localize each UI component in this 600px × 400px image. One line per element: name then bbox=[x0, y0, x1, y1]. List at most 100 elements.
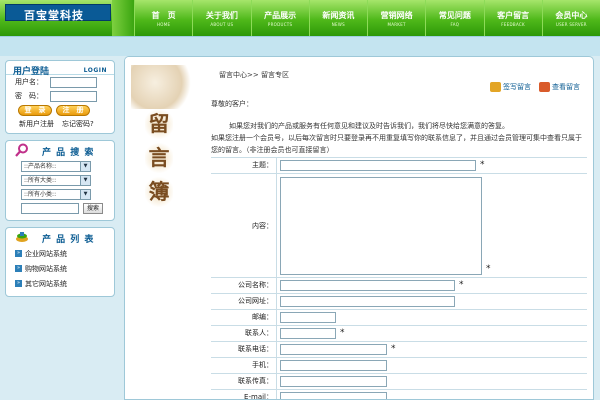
arrow-right-icon: » bbox=[15, 280, 22, 287]
nav-faq[interactable]: 常见问题 FAQ bbox=[425, 0, 483, 36]
nav-products[interactable]: 产品展示 PRODUCTS bbox=[250, 0, 309, 36]
nav-market[interactable]: 营销网络 MARKET bbox=[367, 0, 425, 36]
subcategory-select[interactable]: ::所有小类:: ▼ bbox=[21, 188, 91, 200]
breadcrumb: 留言中心>> 留言专区 bbox=[219, 71, 289, 79]
password-row: 密 码： bbox=[6, 89, 114, 103]
phone-label: 联系电话： bbox=[211, 342, 277, 357]
sign-guestbook-label: 签写留言 bbox=[503, 83, 531, 91]
nav-member-sublabel: USER SERVER bbox=[555, 22, 587, 27]
site-logo[interactable]: 百宝堂科技 bbox=[5, 4, 111, 22]
required-mark: * bbox=[459, 280, 464, 290]
nav-home-label: 首 页 bbox=[151, 11, 176, 20]
login-links: 新用户注册 忘记密码? bbox=[6, 118, 114, 133]
form-row-email: E-mail： bbox=[211, 390, 587, 399]
required-mark: * bbox=[391, 344, 396, 354]
nav-member-label: 会员中心 bbox=[555, 11, 588, 20]
search-icon bbox=[15, 143, 28, 157]
content-textarea[interactable] bbox=[280, 176, 482, 275]
product-list-header: 产 品 列 表 bbox=[6, 228, 114, 246]
search-input[interactable] bbox=[21, 203, 79, 214]
category-select[interactable]: ::所有大类:: ▼ bbox=[21, 174, 91, 186]
login-buttons: 登 录 注 册 bbox=[6, 103, 114, 118]
contact-input[interactable] bbox=[280, 328, 336, 339]
nav-about-sublabel: ABOUT US bbox=[210, 22, 234, 27]
nav-feedback[interactable]: 客户留言 FEEDBACK bbox=[483, 0, 542, 36]
password-label: 密 码： bbox=[15, 92, 43, 100]
products-icon bbox=[16, 232, 28, 242]
guestbook-decoration: 留 言 簿 bbox=[125, 57, 199, 399]
main-nav: 首 页 HOME 关于我们 ABOUT US 产品展示 PRODUCTS 新闻资讯 NE… bbox=[134, 0, 600, 36]
required-mark: * bbox=[480, 160, 485, 170]
nav-news-label: 新闻资讯 bbox=[322, 11, 355, 20]
product-list-item-label: 购物网站系统 bbox=[25, 264, 67, 273]
company-label: 公司名称： bbox=[211, 278, 277, 293]
intro-text: 如果您对我们的产品或服务有任何意见和建议及时告诉我们，我们将尽快给您满意的答复。… bbox=[211, 120, 587, 156]
login-title-en: LOGIN bbox=[83, 67, 107, 74]
mobile-input[interactable] bbox=[280, 360, 387, 371]
form-row-zip: 邮编： bbox=[211, 310, 587, 326]
guestbook-characters: 留 言 簿 bbox=[145, 109, 179, 211]
pen-icon bbox=[490, 82, 501, 92]
fax-input[interactable] bbox=[280, 376, 387, 387]
form-row-content: 内容： * bbox=[211, 174, 587, 278]
website-input[interactable] bbox=[280, 296, 455, 307]
password-input[interactable] bbox=[50, 90, 97, 102]
register-link[interactable]: 新用户注册 bbox=[19, 119, 54, 129]
nav-home[interactable]: 首 页 HOME bbox=[134, 0, 192, 36]
nav-market-label: 营销网络 bbox=[380, 11, 413, 20]
email-label: E-mail： bbox=[211, 390, 277, 399]
form-row-website: 公司网址： bbox=[211, 294, 587, 310]
chevron-down-icon: ▼ bbox=[80, 161, 90, 171]
phone-input[interactable] bbox=[280, 344, 387, 355]
fax-label: 联系传真： bbox=[211, 374, 277, 389]
intro-paragraph-2: 如果您注册一个会员号，以后每次留言时只要登录再不用重复填写你的联系信息了，并且通… bbox=[211, 134, 582, 154]
top-header: 百宝堂科技 首 页 HOME 关于我们 ABOUT US 产品展示 PRODUCTS … bbox=[0, 0, 600, 36]
product-list-item-label: 其它网站系统 bbox=[25, 279, 67, 288]
mobile-label: 手机： bbox=[211, 358, 277, 373]
form-row-contact: 联系人： * bbox=[211, 326, 587, 342]
form-row-subject: 主题： * bbox=[211, 158, 587, 174]
product-list-item[interactable]: » 其它网站系统 bbox=[6, 276, 114, 291]
view-guestbook-button[interactable]: 查看留言 bbox=[539, 82, 580, 92]
email-field-cell bbox=[277, 390, 587, 399]
register-button[interactable]: 注 册 bbox=[56, 105, 90, 116]
product-name-select[interactable]: ::产品名称:: ▼ bbox=[21, 160, 91, 172]
greeting: 尊敬的客户： bbox=[211, 100, 253, 108]
nav-feedback-label: 客户留言 bbox=[497, 11, 530, 20]
deco-char: 簿 bbox=[145, 177, 173, 207]
zip-input[interactable] bbox=[280, 312, 336, 323]
website-label: 公司网址： bbox=[211, 294, 277, 309]
subject-field-cell: * bbox=[277, 158, 587, 173]
nav-about[interactable]: 关于我们 ABOUT US bbox=[192, 0, 250, 36]
subcategory-select-row: ::所有小类:: ▼ bbox=[6, 187, 114, 201]
sign-guestbook-button[interactable]: 签写留言 bbox=[490, 82, 531, 92]
username-input[interactable] bbox=[50, 76, 97, 88]
intro-paragraph-1: 如果您对我们的产品或服务有任何意见和建议及时告诉我们，我们将尽快给您满意的答复。 bbox=[229, 122, 509, 130]
login-title: 用户登陆 bbox=[13, 67, 50, 77]
forgot-password-link[interactable]: 忘记密码? bbox=[62, 119, 94, 129]
search-button[interactable]: 搜索 bbox=[83, 203, 104, 214]
product-list-item[interactable]: » 企业网站系统 bbox=[6, 246, 114, 261]
company-input[interactable] bbox=[280, 280, 455, 291]
nav-member[interactable]: 会员中心 USER SERVER bbox=[541, 0, 600, 36]
subcategory-select-value: ::所有小类:: bbox=[24, 190, 57, 198]
nav-news[interactable]: 新闻资讯 NEWS bbox=[308, 0, 367, 36]
nav-faq-sublabel: FAQ bbox=[450, 22, 460, 27]
nav-about-label: 关于我们 bbox=[205, 11, 238, 20]
search-header: 产 品 搜 索 bbox=[6, 141, 114, 159]
deco-char: 留 bbox=[145, 109, 173, 139]
product-list-item[interactable]: » 购物网站系统 bbox=[6, 261, 114, 276]
product-list-item-label: 企业网站系统 bbox=[25, 249, 67, 258]
view-icon bbox=[539, 82, 550, 92]
login-button[interactable]: 登 录 bbox=[18, 105, 52, 116]
arrow-right-icon: » bbox=[15, 265, 22, 272]
left-sidebar: 用户登陆 LOGIN 用户名： 密 码： 登 录 注 册 新用户注册 忘记密码?… bbox=[5, 60, 115, 303]
nav-market-sublabel: MARKET bbox=[387, 22, 406, 27]
subject-input[interactable] bbox=[280, 160, 476, 171]
form-row-fax: 联系传真： bbox=[211, 374, 587, 390]
contact-label: 联系人： bbox=[211, 326, 277, 341]
email-input[interactable] bbox=[280, 392, 387, 399]
search-input-row: 搜索 bbox=[6, 201, 114, 220]
contact-field-cell: * bbox=[277, 326, 587, 341]
zip-label: 邮编： bbox=[211, 310, 277, 325]
